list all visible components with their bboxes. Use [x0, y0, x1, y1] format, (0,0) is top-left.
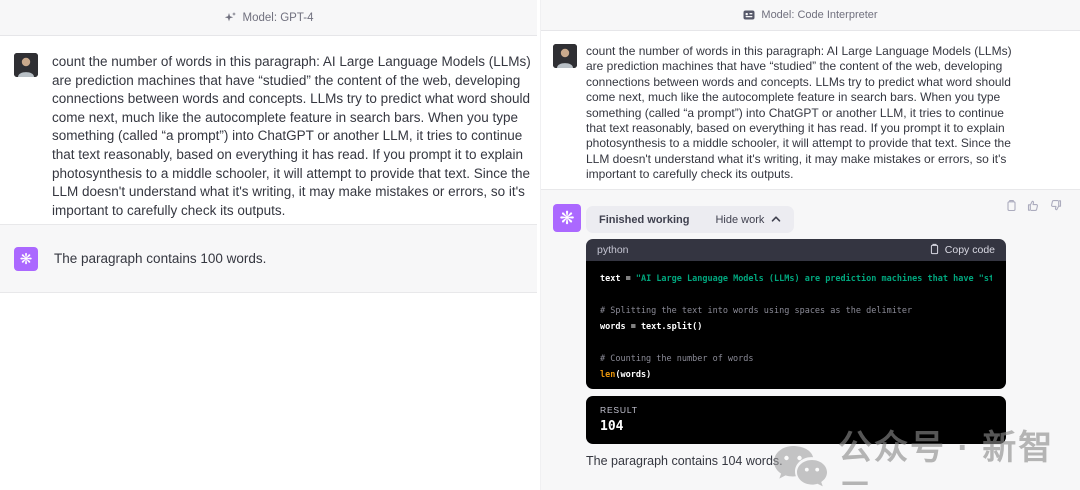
- clipboard-icon: [929, 243, 940, 258]
- openai-logo-icon: ❋: [553, 204, 581, 232]
- code-line: # Splitting the text into words using sp…: [600, 303, 992, 319]
- code-block-header: python Copy code: [586, 239, 1006, 261]
- gpt4-model-header: Model: GPT-4: [0, 0, 537, 36]
- code-interpreter-pane: Model: Code Interpreter count the number…: [540, 0, 1080, 490]
- code-line: len(words): [600, 367, 992, 383]
- code-language-label: python: [597, 244, 629, 256]
- gpt4-user-message-text: count the number of words in this paragr…: [52, 53, 533, 206]
- chevron-up-icon: [771, 214, 781, 226]
- thumbs-down-icon[interactable]: [1049, 199, 1062, 212]
- ci-user-message-text: count the number of words in this paragr…: [586, 44, 1025, 176]
- result-block: RESULT 104: [586, 396, 1006, 444]
- work-status-pill: Finished working Hide work: [586, 206, 794, 233]
- hide-work-label: Hide work: [715, 214, 764, 226]
- thumbs-up-icon[interactable]: [1027, 199, 1040, 212]
- sparkles-icon: [224, 11, 237, 24]
- feedback-icons: [1005, 199, 1062, 212]
- code-line: words = text.split(): [600, 319, 992, 335]
- copy-code-label: Copy code: [945, 244, 995, 256]
- ci-assistant-section: ❋ Finished working Hide work: [541, 189, 1080, 490]
- openai-logo-icon: ❋: [14, 247, 38, 271]
- ci-assistant-message: The paragraph contains 104 words.: [586, 454, 783, 468]
- copy-code-button[interactable]: Copy code: [929, 243, 995, 258]
- gpt4-assistant-message: The paragraph contains 100 words.: [54, 251, 266, 266]
- code-line: text = "AI Large Language Models (LLMs) …: [600, 271, 992, 287]
- hide-work-button[interactable]: Hide work: [715, 214, 781, 226]
- gpt4-assistant-row: ❋ The paragraph contains 100 words.: [0, 224, 537, 293]
- code-line: [600, 335, 992, 351]
- code-interpreter-icon: [743, 9, 755, 21]
- result-label: RESULT: [600, 405, 992, 415]
- code-line: [600, 287, 992, 303]
- user-avatar: [14, 53, 38, 77]
- gpt4-pane: Model: GPT-4 count the number of words i…: [0, 0, 537, 490]
- code-line: # Counting the number of words: [600, 351, 992, 367]
- comparison-screenshot: Model: GPT-4 count the number of words i…: [0, 0, 1080, 490]
- ci-user-message-row: count the number of words in this paragr…: [541, 31, 1080, 189]
- code-body: text = "AI Large Language Models (LLMs) …: [586, 261, 1006, 389]
- gpt4-model-label: Model: GPT-4: [243, 12, 314, 24]
- gpt4-user-message-row: count the number of words in this paragr…: [0, 36, 537, 224]
- ci-model-header: Model: Code Interpreter: [541, 0, 1080, 31]
- ci-model-label: Model: Code Interpreter: [761, 9, 877, 21]
- code-block: python Copy code text = "AI Large Langua…: [586, 239, 1006, 389]
- copy-message-icon[interactable]: [1005, 199, 1018, 212]
- work-status-label: Finished working: [599, 214, 689, 226]
- result-value: 104: [600, 419, 992, 434]
- user-avatar: [553, 44, 577, 68]
